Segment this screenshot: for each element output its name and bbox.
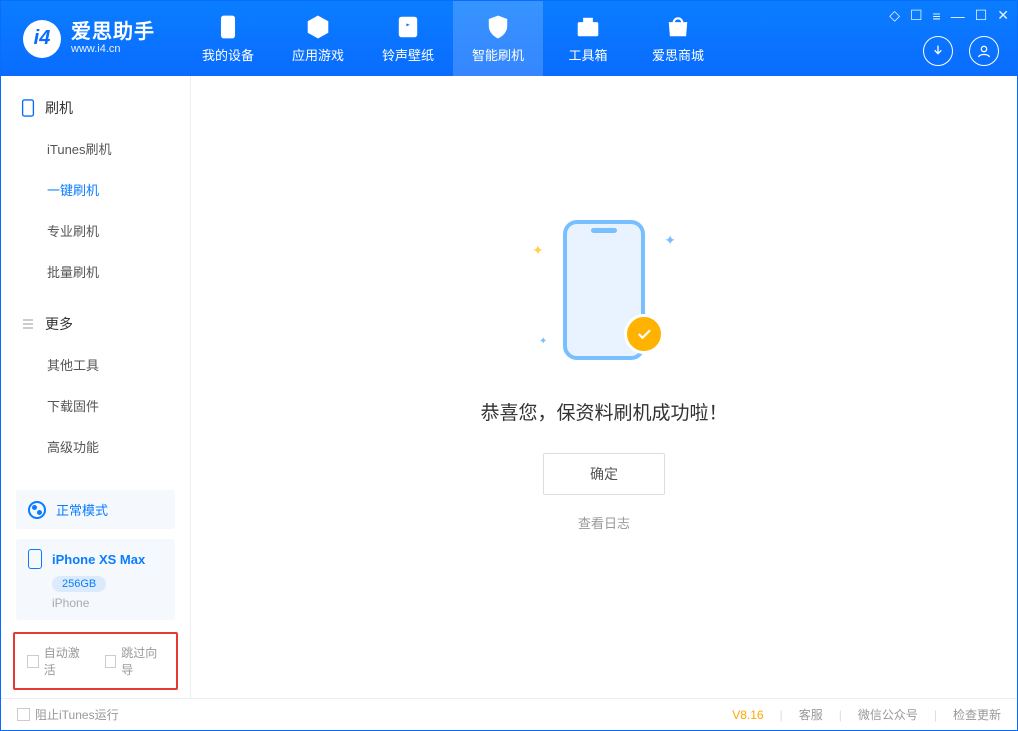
checkbox-skip-guide[interactable]: 跳过向导 <box>105 644 165 678</box>
highlighted-options: 自动激活 跳过向导 <box>13 632 178 690</box>
ok-button[interactable]: 确定 <box>543 453 665 495</box>
sparkle-icon: ✦ <box>539 336 547 347</box>
cube-icon <box>305 14 331 40</box>
phone-icon <box>215 14 241 40</box>
success-illustration: ✦ ✦ ✦ <box>524 212 684 372</box>
tab-smart-flash[interactable]: 智能刷机 <box>453 1 543 76</box>
menu-icon[interactable]: ≡ <box>933 8 941 24</box>
cb-label: 阻止iTunes运行 <box>35 706 119 723</box>
sidebar-group-title: 更多 <box>45 314 73 334</box>
tab-toolbox[interactable]: 工具箱 <box>543 1 633 76</box>
header-action-icons <box>923 36 999 66</box>
footer-link-wechat[interactable]: 微信公众号 <box>858 706 918 723</box>
user-button[interactable] <box>969 36 999 66</box>
sidebar-item-download-firmware[interactable]: 下载固件 <box>1 385 190 426</box>
nav-tabs: 我的设备 应用游戏 铃声壁纸 智能刷机 工具箱 爱思商城 <box>183 1 723 76</box>
sidebar-item-advanced[interactable]: 高级功能 <box>1 426 190 467</box>
version-label: V8.16 <box>732 708 763 722</box>
view-log-link[interactable]: 查看日志 <box>578 513 630 532</box>
maximize-button[interactable]: ☐ <box>975 7 988 24</box>
cb-label: 自动激活 <box>44 644 87 678</box>
sparkle-icon: ✦ <box>532 242 544 259</box>
feedback-icon[interactable]: ☐ <box>910 7 923 24</box>
tab-label: 我的设备 <box>202 45 254 64</box>
device-name: iPhone XS Max <box>52 552 145 567</box>
footer: 阻止iTunes运行 V8.16 | 客服 | 微信公众号 | 检查更新 <box>1 698 1017 730</box>
sidebar: 刷机 iTunes刷机 一键刷机 专业刷机 批量刷机 更多 其他工具 下载固件 … <box>1 76 191 698</box>
main-content: ✦ ✦ ✦ 恭喜您，保资料刷机成功啦！ 确定 查看日志 <box>191 76 1017 698</box>
body: 刷机 iTunes刷机 一键刷机 专业刷机 批量刷机 更多 其他工具 下载固件 … <box>1 76 1017 698</box>
shirt-icon[interactable]: ◇ <box>889 7 900 24</box>
device-card[interactable]: iPhone XS Max 256GB iPhone <box>16 539 175 620</box>
mode-icon <box>28 501 46 519</box>
sidebar-group-flash: 刷机 <box>1 88 190 128</box>
app-window: i4 爱思助手 www.i4.cn 我的设备 应用游戏 铃声壁纸 智能刷机 <box>0 0 1018 731</box>
toolbox-icon <box>575 14 601 40</box>
sidebar-item-other-tools[interactable]: 其他工具 <box>1 344 190 385</box>
titlebar: i4 爱思助手 www.i4.cn 我的设备 应用游戏 铃声壁纸 智能刷机 <box>1 1 1017 76</box>
success-check-icon <box>624 314 664 354</box>
minimize-button[interactable]: — <box>951 8 965 24</box>
tab-store[interactable]: 爱思商城 <box>633 1 723 76</box>
cb-label: 跳过向导 <box>121 644 164 678</box>
checkbox-auto-activate[interactable]: 自动激活 <box>27 644 87 678</box>
app-subtitle: www.i4.cn <box>71 43 155 55</box>
tab-label: 应用游戏 <box>292 45 344 64</box>
logo-icon: i4 <box>23 20 61 58</box>
sidebar-group-title: 刷机 <box>45 98 73 118</box>
app-title: 爱思助手 <box>71 21 155 43</box>
sidebar-group-more: 更多 <box>1 304 190 344</box>
sidebar-item-itunes-flash[interactable]: iTunes刷机 <box>1 128 190 169</box>
checkbox-block-itunes[interactable]: 阻止iTunes运行 <box>17 706 119 723</box>
footer-link-support[interactable]: 客服 <box>799 706 823 723</box>
mode-label: 正常模式 <box>56 500 108 519</box>
store-icon <box>665 14 691 40</box>
phone-outline-icon <box>21 99 35 117</box>
sparkle-icon: ✦ <box>664 232 676 249</box>
download-button[interactable] <box>923 36 953 66</box>
tab-label: 铃声壁纸 <box>382 45 434 64</box>
tab-label: 爱思商城 <box>652 45 704 64</box>
tab-my-device[interactable]: 我的设备 <box>183 1 273 76</box>
close-button[interactable]: ✕ <box>997 7 1009 24</box>
sidebar-item-pro-flash[interactable]: 专业刷机 <box>1 210 190 251</box>
music-icon <box>395 14 421 40</box>
tab-label: 工具箱 <box>568 45 607 64</box>
footer-link-update[interactable]: 检查更新 <box>953 706 1001 723</box>
sidebar-item-batch-flash[interactable]: 批量刷机 <box>1 251 190 292</box>
sidebar-item-oneclick-flash[interactable]: 一键刷机 <box>1 169 190 210</box>
window-controls: ◇ ☐ ≡ — ☐ ✕ <box>889 7 1009 24</box>
device-storage: 256GB <box>52 576 106 592</box>
success-message: 恭喜您，保资料刷机成功啦！ <box>480 398 727 425</box>
tab-label: 智能刷机 <box>472 45 524 64</box>
tab-apps-games[interactable]: 应用游戏 <box>273 1 363 76</box>
device-phone-icon <box>28 549 42 569</box>
list-icon <box>21 315 35 333</box>
mode-card[interactable]: 正常模式 <box>16 490 175 529</box>
tab-ringtones-wallpapers[interactable]: 铃声壁纸 <box>363 1 453 76</box>
shield-icon <box>485 14 511 40</box>
device-type: iPhone <box>52 596 163 610</box>
app-logo: i4 爱思助手 www.i4.cn <box>1 20 173 58</box>
